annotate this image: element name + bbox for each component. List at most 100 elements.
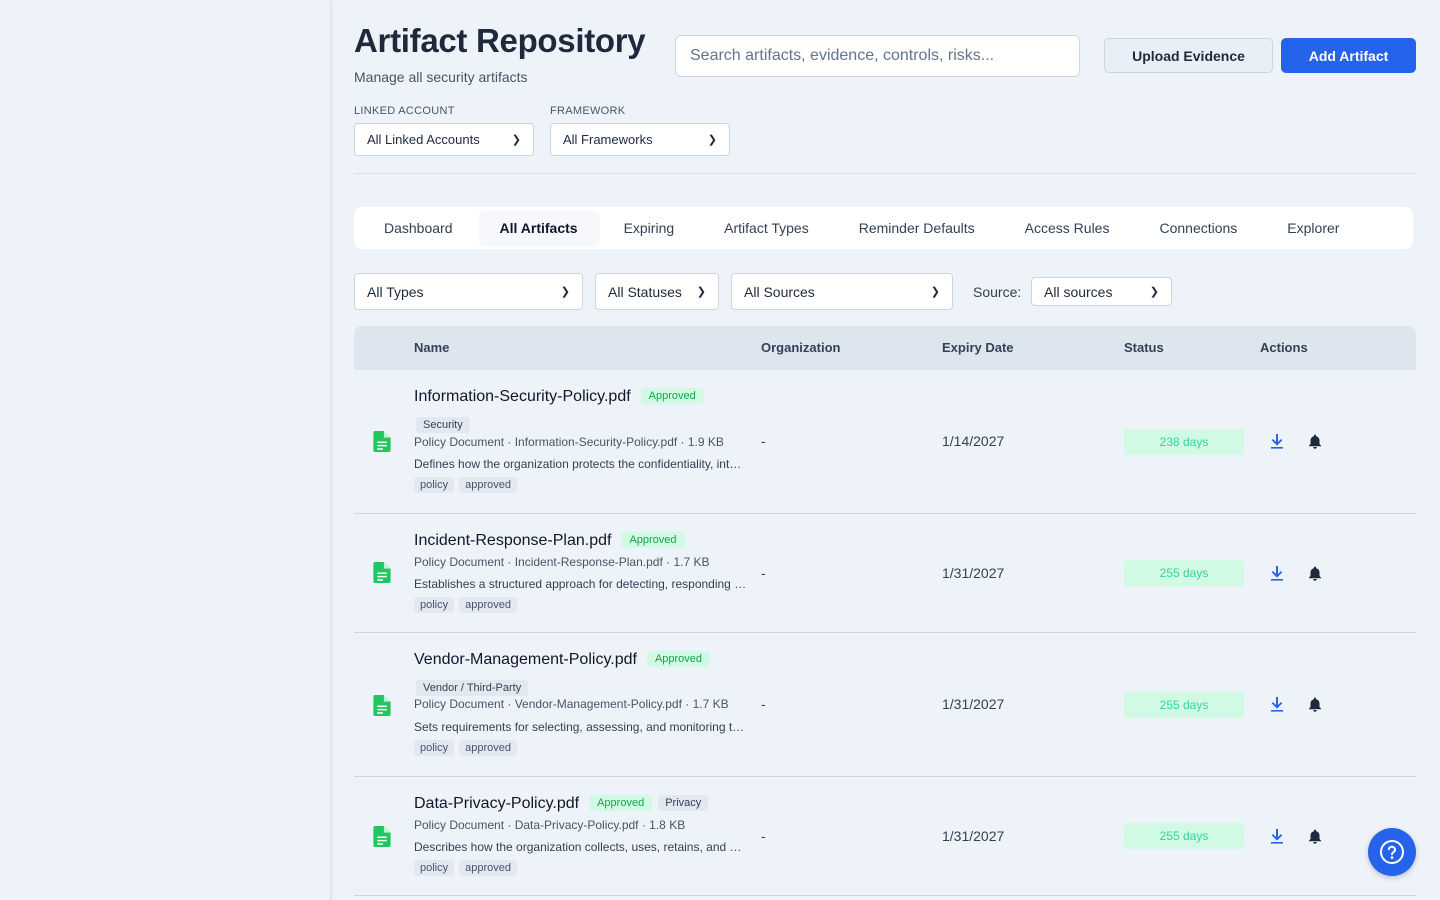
source-select[interactable]: All sources ❯ [1031,277,1172,306]
approved-badge: Approved [646,651,711,667]
tag: approved [459,597,517,613]
status-filter-value: All Statuses [608,283,682,300]
tab-bar: Dashboard All Artifacts Expiring Artifac… [354,207,1413,249]
tag: approved [459,860,517,876]
tab-access-rules[interactable]: Access Rules [1000,211,1135,245]
document-icon [373,826,391,847]
organization-value: - [761,696,766,712]
bell-icon[interactable] [1307,696,1323,712]
bell-icon[interactable] [1307,565,1323,581]
document-icon [373,562,391,583]
download-icon[interactable] [1269,828,1285,844]
tab-explorer[interactable]: Explorer [1262,211,1364,245]
status-filter-select[interactable]: All Statuses ❯ [595,273,719,310]
artifact-meta: Policy Document · Incident-Response-Plan… [414,555,710,569]
status-badge: 238 days [1124,429,1244,455]
artifact-name[interactable]: Data-Privacy-Policy.pdf Approved Privacy [414,795,709,813]
tab-expiring[interactable]: Expiring [599,211,700,245]
artifact-description: Describes how the organization collects,… [414,840,747,854]
tag: approved [459,477,517,493]
download-icon[interactable] [1269,565,1285,581]
tag: policy [414,860,455,876]
table-row[interactable]: Vendor-Management-Policy.pdf Approved Ven… [354,633,1416,777]
chevron-down-icon: ❯ [1149,286,1159,298]
column-header-expiry[interactable]: Expiry Date [942,340,1014,355]
artifact-name[interactable]: Incident-Response-Plan.pdf Approved [414,532,685,550]
tab-reminder-defaults[interactable]: Reminder Defaults [834,211,1000,245]
source-label: Source: [973,284,1022,300]
tag: policy [414,597,455,613]
artifact-name-text: Vendor-Management-Policy.pdf [414,651,637,668]
artifact-name-text: Information-Security-Policy.pdf [414,388,631,405]
sources-filter-select[interactable]: All Sources ❯ [731,273,953,310]
tag: policy [414,477,455,493]
document-icon [373,431,391,452]
table-row[interactable]: Data-Privacy-Policy.pdf Approved Privacy P… [354,777,1416,896]
framework-label: FRAMEWORK [550,105,626,117]
tab-all-artifacts[interactable]: All Artifacts [478,211,599,245]
artifact-description: Sets requirements for selecting, assessi… [414,720,747,734]
upload-evidence-button[interactable]: Upload Evidence [1104,38,1273,73]
category-badge: Vendor / Third-Party [416,680,529,696]
table-row[interactable]: Information-Security-Policy.pdf Approved … [354,370,1416,514]
table-header: Name Organization Expiry Date Status Act… [354,326,1416,370]
page-subtitle: Manage all security artifacts [354,69,528,85]
framework-value: All Frameworks [563,132,653,147]
download-icon[interactable] [1269,433,1285,449]
organization-value: - [761,565,766,581]
page-title: Artifact Repository [354,22,646,59]
artifact-description: Defines how the organization protects th… [414,457,747,471]
tag: policy [414,740,455,756]
category-badge: Privacy [658,795,709,811]
tab-connections[interactable]: Connections [1134,211,1262,245]
table-row[interactable]: Incident-Response-Plan.pdf Approved Polic… [354,514,1416,633]
artifact-meta: Policy Document · Data-Privacy-Policy.pd… [414,818,686,832]
status-badge: 255 days [1124,823,1244,849]
approved-badge: Approved [589,795,653,811]
artifacts-table: Name Organization Expiry Date Status Act… [354,326,1416,896]
type-filter-select[interactable]: All Types ❯ [354,273,583,310]
chevron-down-icon: ❯ [696,286,706,298]
artifact-meta: Policy Document · Vendor-Management-Poli… [414,697,729,711]
framework-select[interactable]: All Frameworks ❯ [550,123,730,156]
linked-account-select[interactable]: All Linked Accounts ❯ [354,123,534,156]
organization-value: - [761,828,766,844]
artifact-meta: Policy Document · Information-Security-P… [414,435,724,449]
column-header-status[interactable]: Status [1124,340,1164,355]
search-input[interactable] [675,35,1080,77]
bell-icon[interactable] [1307,828,1323,844]
expiry-date: 1/14/2027 [942,433,1005,449]
chevron-down-icon: ❯ [511,134,521,146]
type-filter-value: All Types [367,283,424,300]
artifact-description: Establishes a structured approach for de… [414,577,747,591]
chevron-down-icon: ❯ [930,286,940,298]
tab-artifact-types[interactable]: Artifact Types [699,211,834,245]
tag: approved [459,740,517,756]
column-header-organization[interactable]: Organization [761,340,840,355]
column-header-name[interactable]: Name [414,340,449,355]
category-badge: Security [416,417,470,433]
main-content: Artifact Repository Manage all security … [354,0,1416,900]
sidebar [0,0,331,900]
add-artifact-button[interactable]: Add Artifact [1281,38,1416,73]
expiry-date: 1/31/2027 [942,565,1005,581]
help-button[interactable] [1368,828,1416,876]
bell-icon[interactable] [1307,433,1323,449]
status-badge: 255 days [1124,560,1244,586]
organization-value: - [761,433,766,449]
artifact-name-text: Data-Privacy-Policy.pdf [414,795,580,812]
approved-badge: Approved [621,532,685,548]
artifact-name[interactable]: Vendor-Management-Policy.pdf Approved [414,651,711,669]
sources-filter-value: All Sources [744,283,815,300]
download-icon[interactable] [1269,696,1285,712]
artifact-name[interactable]: Information-Security-Policy.pdf Approved [414,388,704,406]
tab-dashboard[interactable]: Dashboard [358,211,479,245]
expiry-date: 1/31/2027 [942,696,1005,712]
linked-account-value: All Linked Accounts [367,132,480,147]
approved-badge: Approved [640,388,704,404]
column-header-actions: Actions [1260,340,1308,355]
divider [354,173,1416,174]
document-icon [373,695,391,716]
expiry-date: 1/31/2027 [942,828,1005,844]
artifact-name-text: Incident-Response-Plan.pdf [414,532,612,549]
